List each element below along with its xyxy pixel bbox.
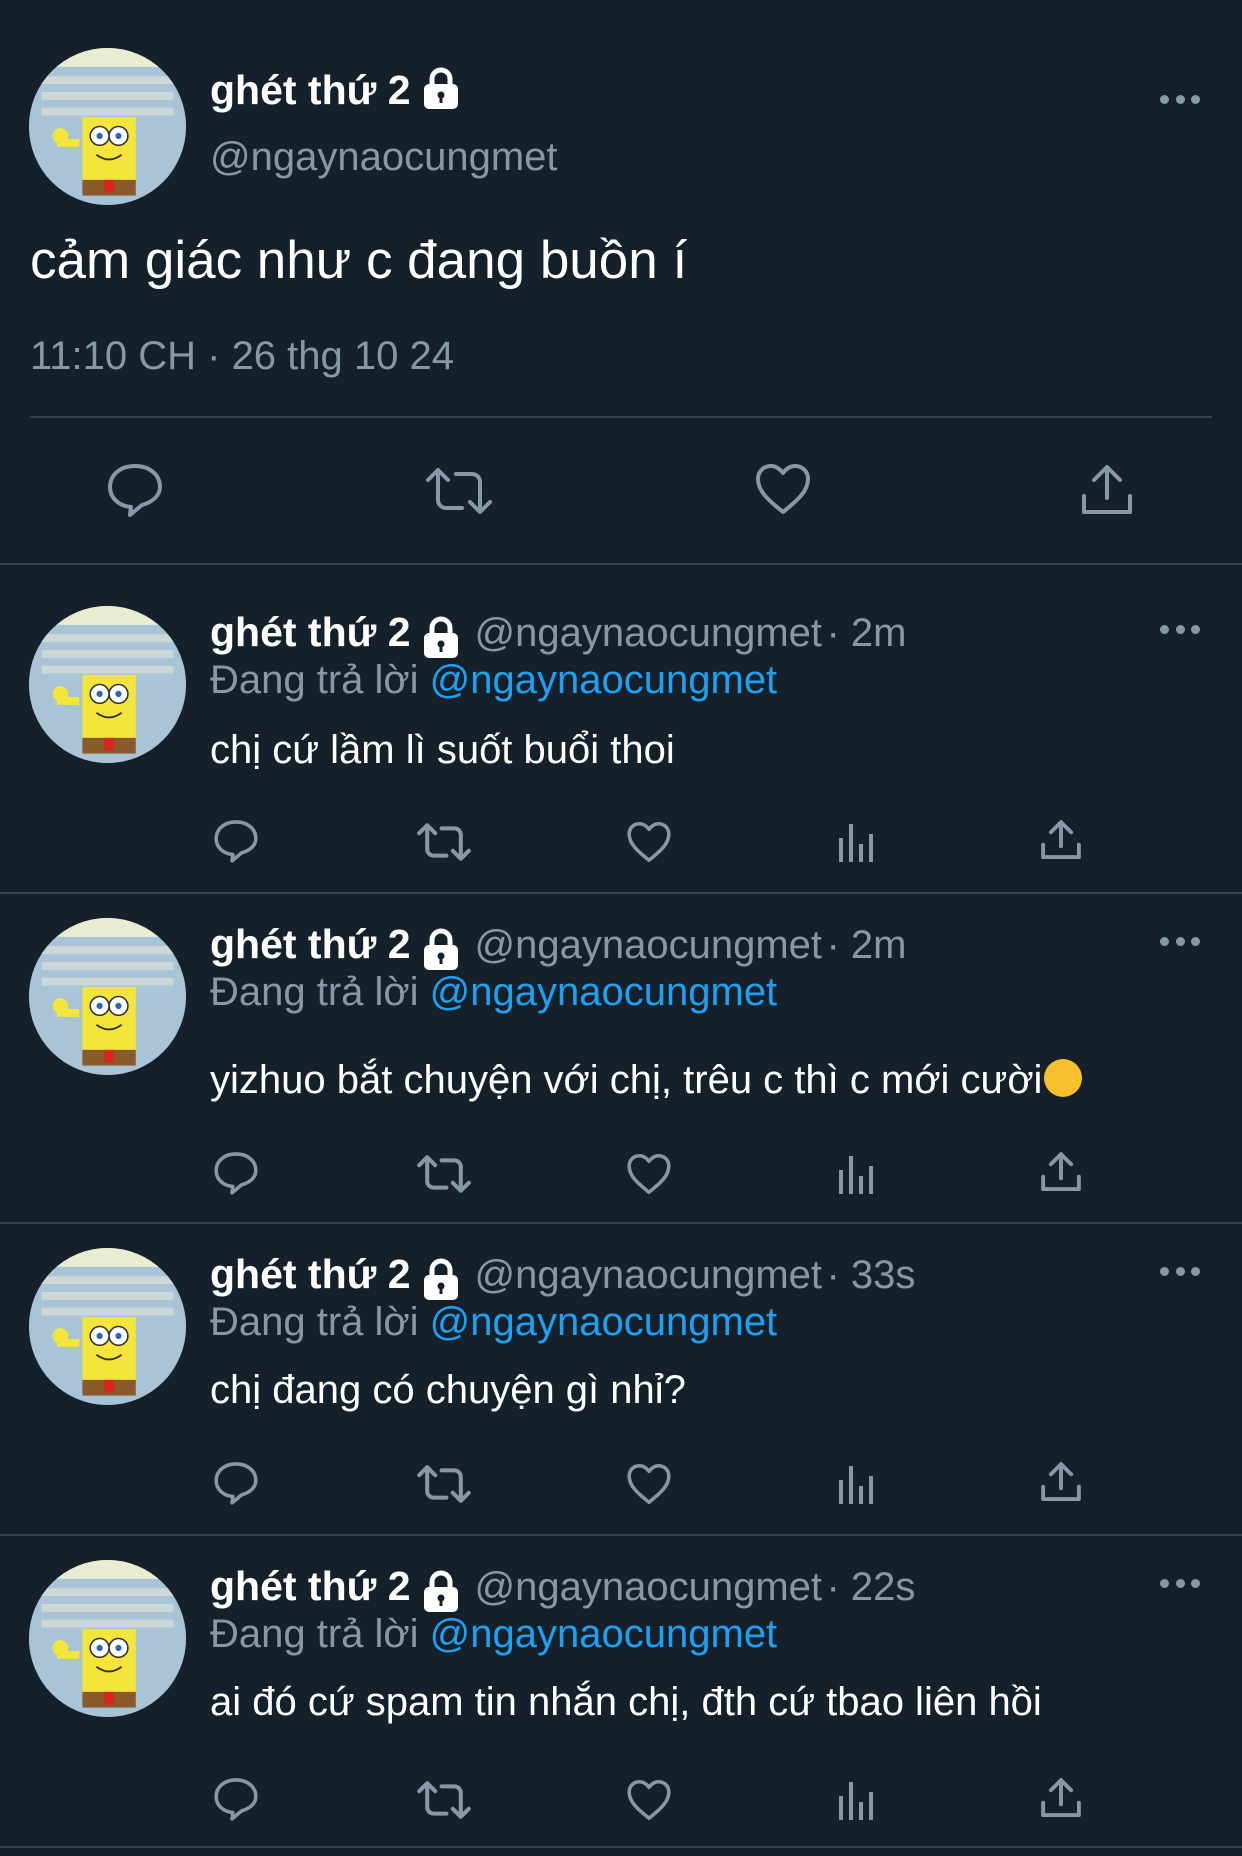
retweet-icon[interactable] bbox=[424, 466, 494, 516]
analytics-icon[interactable] bbox=[836, 1462, 876, 1506]
more-options-icon[interactable] bbox=[1160, 622, 1200, 636]
lock-icon bbox=[421, 67, 461, 111]
display-name[interactable]: ghét thứ 2 bbox=[210, 64, 461, 116]
tweet-text: yizhuo bắt chuyện với chị, trêu c thì c … bbox=[210, 1054, 1083, 1106]
replying-prefix: Đang trả lời bbox=[210, 1612, 419, 1656]
more-options-icon[interactable] bbox=[1160, 1576, 1200, 1590]
avatar[interactable] bbox=[29, 1560, 186, 1717]
reply-tweet[interactable]: ghét thứ 2 @ngaynaocungmet · 2m Đang trả … bbox=[0, 872, 1242, 1222]
replying-prefix: Đang trả lời bbox=[210, 658, 419, 702]
handle[interactable]: @ngaynaocungmet bbox=[475, 923, 823, 967]
reply-icon[interactable] bbox=[213, 818, 259, 864]
spongebob-avatar-image bbox=[29, 48, 186, 205]
replying-to-link[interactable]: @ngaynaocungmet bbox=[430, 970, 778, 1014]
like-icon[interactable] bbox=[626, 1152, 672, 1196]
replying-prefix: Đang trả lời bbox=[210, 1300, 419, 1344]
replying-to-link[interactable]: @ngaynaocungmet bbox=[430, 1300, 778, 1344]
relative-time[interactable]: · 33s bbox=[826, 1253, 915, 1297]
like-icon[interactable] bbox=[626, 1778, 672, 1822]
tweet-text: ai đó cứ spam tin nhắn chị, đth cứ tbao … bbox=[210, 1680, 1042, 1724]
like-icon[interactable] bbox=[754, 462, 812, 516]
analytics-icon[interactable] bbox=[836, 1778, 876, 1822]
avatar[interactable] bbox=[29, 48, 186, 205]
spongebob-avatar-image bbox=[29, 606, 186, 763]
handle[interactable]: @ngaynaocungmet bbox=[475, 1253, 823, 1297]
relative-time[interactable]: · 2m bbox=[826, 611, 906, 655]
retweet-icon[interactable] bbox=[416, 1464, 472, 1504]
replying-to: Đang trả lời @ngaynaocungmet bbox=[210, 1608, 777, 1660]
retweet-icon[interactable] bbox=[416, 1780, 472, 1820]
relative-time[interactable]: · 2m bbox=[826, 923, 906, 967]
spongebob-avatar-image bbox=[29, 918, 186, 1075]
replying-to-link[interactable]: @ngaynaocungmet bbox=[430, 658, 778, 702]
display-name-text: ghét thứ 2 bbox=[210, 67, 411, 113]
divider bbox=[0, 1846, 1242, 1848]
replying-prefix: Đang trả lời bbox=[210, 970, 419, 1014]
tweet-text-content: yizhuo bắt chuyện với chị, trêu c thì c … bbox=[210, 1058, 1043, 1102]
relative-time[interactable]: · 22s bbox=[826, 1565, 915, 1609]
retweet-icon[interactable] bbox=[416, 822, 472, 862]
analytics-icon[interactable] bbox=[836, 820, 876, 864]
display-name[interactable]: ghét thứ 2 bbox=[210, 1563, 411, 1609]
reply-icon[interactable] bbox=[213, 1150, 259, 1196]
share-icon[interactable] bbox=[1080, 462, 1134, 518]
reply-icon[interactable] bbox=[106, 462, 164, 518]
pleading-face-emoji-icon bbox=[1044, 1059, 1083, 1098]
share-icon[interactable] bbox=[1040, 818, 1082, 862]
analytics-icon[interactable] bbox=[836, 1152, 876, 1196]
more-options-icon[interactable] bbox=[1160, 934, 1200, 948]
divider bbox=[30, 416, 1212, 418]
replying-to: Đang trả lời @ngaynaocungmet bbox=[210, 654, 777, 706]
display-name[interactable]: ghét thứ 2 bbox=[210, 1251, 411, 1297]
reply-tweet[interactable]: ghét thứ 2 @ngaynaocungmet · 33s Đang trả… bbox=[0, 1202, 1242, 1532]
handle[interactable]: @ngaynaocungmet bbox=[475, 611, 823, 655]
replying-to-link[interactable]: @ngaynaocungmet bbox=[430, 1612, 778, 1656]
reply-tweet[interactable]: ghét thứ 2 @ngaynaocungmet · 22s Đang trả… bbox=[0, 1514, 1242, 1844]
handle[interactable]: @ngaynaocungmet bbox=[475, 1565, 823, 1609]
replying-to: Đang trả lời @ngaynaocungmet bbox=[210, 966, 777, 1018]
display-name[interactable]: ghét thứ 2 bbox=[210, 609, 411, 655]
avatar[interactable] bbox=[29, 1248, 186, 1405]
reply-tweet[interactable]: ghét thứ 2 @ngaynaocungmet · 2m Đang trả … bbox=[0, 560, 1242, 890]
like-icon[interactable] bbox=[626, 1462, 672, 1506]
spongebob-avatar-image bbox=[29, 1248, 186, 1405]
display-name[interactable]: ghét thứ 2 bbox=[210, 921, 411, 967]
spongebob-avatar-image bbox=[29, 1560, 186, 1717]
more-options-icon[interactable] bbox=[1160, 92, 1200, 106]
tweet-text: chị cứ lầm lì suốt buổi thoi bbox=[210, 728, 675, 772]
avatar[interactable] bbox=[29, 606, 186, 763]
reply-icon[interactable] bbox=[213, 1776, 259, 1822]
replying-to: Đang trả lời @ngaynaocungmet bbox=[210, 1296, 777, 1348]
retweet-icon[interactable] bbox=[416, 1154, 472, 1194]
timestamp[interactable]: 11:10 CH · 26 thg 10 24 bbox=[30, 330, 454, 382]
share-icon[interactable] bbox=[1040, 1150, 1082, 1194]
tweet-text: chị đang có chuyện gì nhỉ? bbox=[210, 1368, 686, 1412]
more-options-icon[interactable] bbox=[1160, 1264, 1200, 1278]
handle[interactable]: @ngaynaocungmet bbox=[210, 132, 558, 182]
reply-icon[interactable] bbox=[213, 1460, 259, 1506]
share-icon[interactable] bbox=[1040, 1776, 1082, 1820]
share-icon[interactable] bbox=[1040, 1460, 1082, 1504]
like-icon[interactable] bbox=[626, 820, 672, 864]
tweet-text: cảm giác như c đang buồn í bbox=[30, 231, 688, 290]
avatar[interactable] bbox=[29, 918, 186, 1075]
